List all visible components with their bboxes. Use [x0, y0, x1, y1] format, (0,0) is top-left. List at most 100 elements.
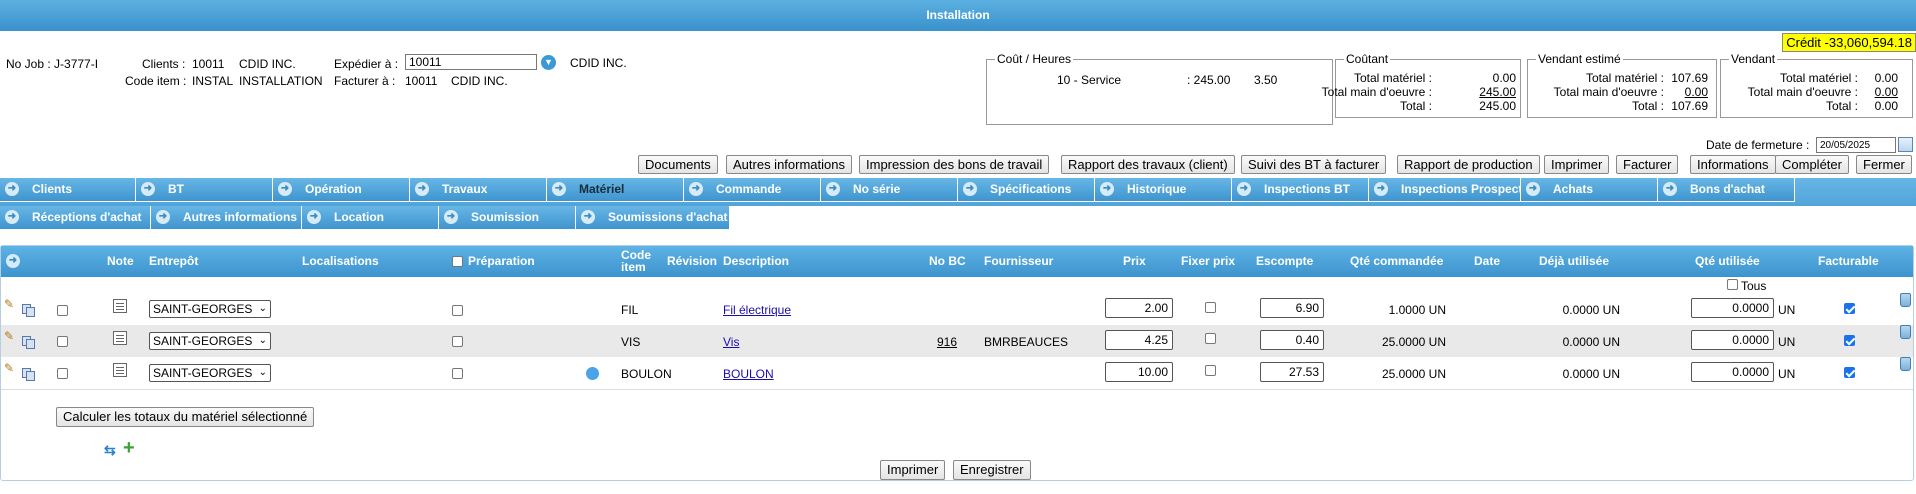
tab-commande[interactable]: ➜ Commande: [684, 178, 821, 202]
autres-informations-button[interactable]: Autres informations: [726, 155, 852, 174]
tab-soumission[interactable]: ➜ Soumission: [439, 206, 576, 230]
trash-icon[interactable]: [1900, 325, 1911, 339]
row-select-checkbox[interactable]: [57, 305, 68, 316]
facturable-checkbox[interactable]: [1844, 335, 1855, 346]
fixer-prix-checkbox[interactable]: [1205, 302, 1216, 313]
vendant-total-value: 0.00: [1874, 99, 1898, 113]
edit-icon[interactable]: ✎: [4, 329, 16, 343]
completer-button[interactable]: Compléter: [1775, 155, 1849, 174]
tab-inspections-prospect[interactable]: ➜ Inspections Prospect: [1369, 178, 1521, 202]
fixer-prix-checkbox[interactable]: [1205, 365, 1216, 376]
informations-button[interactable]: Informations: [1690, 155, 1776, 174]
preparation-checkbox[interactable]: [452, 368, 463, 379]
documents-button[interactable]: Documents: [638, 155, 718, 174]
tab-bt[interactable]: ➜ BT: [136, 178, 273, 202]
copy-icon[interactable]: [22, 368, 35, 381]
tab-autres-informations[interactable]: ➜ Autres informations: [151, 206, 302, 230]
prix-input[interactable]: 10.00: [1105, 362, 1173, 382]
col-date: Date: [1474, 254, 1501, 268]
tab-bons-achat[interactable]: ➜ Bons d'achat: [1658, 178, 1795, 202]
credit-badge: Crédit -33,060,594.18: [1782, 33, 1916, 52]
preparation-checkbox[interactable]: [452, 336, 463, 347]
code-item-value: INSTAL: [192, 74, 234, 88]
tab-clients[interactable]: ➜ Clients: [0, 178, 136, 202]
no-bc-link[interactable]: 916: [937, 335, 957, 349]
entrepot-select[interactable]: SAINT-GEORGES ⌄: [149, 332, 271, 350]
note-icon[interactable]: [113, 331, 127, 345]
add-icon[interactable]: +: [123, 438, 135, 458]
revision-dot-icon: [586, 367, 599, 380]
coutant-materiel-value: 0.00: [1492, 71, 1516, 85]
rapport-production-button[interactable]: Rapport de production: [1397, 155, 1540, 174]
tab-receptions-achat[interactable]: ➜ Réceptions d'achat: [0, 206, 151, 230]
entrepot-select[interactable]: SAINT-GEORGES ⌄: [149, 300, 271, 318]
tab-operation[interactable]: ➜ Opération: [273, 178, 410, 202]
escompte-input[interactable]: 0.40: [1260, 330, 1324, 350]
tab-historique[interactable]: ➜ Historique: [1095, 178, 1232, 202]
row-select-checkbox[interactable]: [57, 336, 68, 347]
description-link[interactable]: BOULON: [723, 367, 774, 381]
fixer-prix-checkbox[interactable]: [1205, 333, 1216, 344]
col-note: Note: [107, 254, 134, 268]
arrow-right-icon[interactable]: ➜: [6, 254, 20, 268]
description-link[interactable]: Vis: [723, 335, 739, 349]
refresh-icon[interactable]: ⇆: [104, 442, 116, 459]
footer-imprimer-button[interactable]: Imprimer: [880, 460, 946, 480]
prix-input[interactable]: 4.25: [1105, 330, 1173, 350]
tab-specifications[interactable]: ➜ Spécifications: [958, 178, 1095, 202]
calculer-totaux-button[interactable]: Calculer les totaux du matériel sélectio…: [56, 407, 315, 427]
tab-travaux[interactable]: ➜ Travaux: [410, 178, 547, 202]
edit-icon[interactable]: ✎: [4, 361, 16, 375]
coutant-box: Coûtant Total matériel : 0.00 Total main…: [1322, 52, 1521, 118]
imprimer-button[interactable]: Imprimer: [1544, 155, 1610, 174]
tab-location[interactable]: ➜ Location: [302, 206, 439, 230]
chevron-down-icon[interactable]: ▼: [541, 55, 556, 70]
facturable-checkbox[interactable]: [1844, 367, 1855, 378]
tous-checkbox[interactable]: [1727, 279, 1738, 290]
preparation-checkbox[interactable]: [452, 305, 463, 316]
trash-icon[interactable]: [1900, 357, 1911, 371]
qte-utilisee-input[interactable]: 0.0000: [1691, 330, 1774, 350]
footer-enregistrer-button[interactable]: Enregistrer: [953, 460, 1031, 480]
escompte-input[interactable]: 6.90: [1260, 298, 1324, 318]
tab-inspections-bt[interactable]: ➜ Inspections BT: [1232, 178, 1369, 202]
fermer-button[interactable]: Fermer: [1856, 155, 1912, 174]
col-qte-commandee: Qté commandée: [1350, 254, 1444, 268]
suivi-bt-button[interactable]: Suivi des BT à facturer: [1241, 155, 1387, 174]
arrow-right-icon: ➜: [5, 210, 19, 224]
vendant-box: Vendant Total matériel : 0.00 Total main…: [1720, 52, 1913, 118]
qte-utilisee-input[interactable]: 0.0000: [1691, 298, 1774, 318]
copy-icon[interactable]: [22, 304, 35, 317]
rapport-travaux-button[interactable]: Rapport des travaux (client): [1061, 155, 1235, 174]
deja-utilisee: 0.0000 UN: [1562, 335, 1620, 349]
tab-no-serie[interactable]: ➜ No série: [821, 178, 958, 202]
date-fermeture-input[interactable]: [1816, 137, 1896, 153]
trash-icon[interactable]: [1900, 293, 1911, 307]
preparation-all-checkbox[interactable]: [452, 256, 463, 267]
vendant-estime-total-label: Total :: [1631, 99, 1664, 113]
tab-achats[interactable]: ➜ Achats: [1521, 178, 1658, 202]
calendar-icon[interactable]: [1898, 137, 1913, 152]
arrow-right-icon: ➜: [826, 182, 840, 196]
facturer-button[interactable]: Facturer: [1616, 155, 1679, 174]
row-select-checkbox[interactable]: [57, 368, 68, 379]
facturer-label: Facturer à :: [334, 74, 396, 88]
facturable-checkbox[interactable]: [1844, 303, 1855, 314]
escompte-input[interactable]: 27.53: [1260, 362, 1324, 382]
arrow-right-icon: ➜: [5, 182, 19, 196]
copy-icon[interactable]: [22, 336, 35, 349]
code-item-label: Code item :: [125, 74, 187, 88]
deja-utilisee: 0.0000 UN: [1562, 303, 1620, 317]
entrepot-select[interactable]: SAINT-GEORGES ⌄: [149, 364, 271, 382]
code-item: BOULON: [621, 367, 672, 381]
note-icon[interactable]: [113, 299, 127, 313]
prix-input[interactable]: 2.00: [1105, 298, 1173, 318]
qte-utilisee-input[interactable]: 0.0000: [1691, 362, 1774, 382]
tab-materiel[interactable]: ➜ Matériel: [547, 178, 684, 202]
edit-icon[interactable]: ✎: [4, 297, 16, 311]
tab-soumissions-achat[interactable]: ➜ Soumissions d'achat: [576, 206, 730, 230]
note-icon[interactable]: [113, 363, 127, 377]
expedier-input[interactable]: [405, 54, 537, 70]
description-link[interactable]: Fil électrique: [723, 303, 791, 317]
impression-bons-button[interactable]: Impression des bons de travail: [859, 155, 1050, 174]
